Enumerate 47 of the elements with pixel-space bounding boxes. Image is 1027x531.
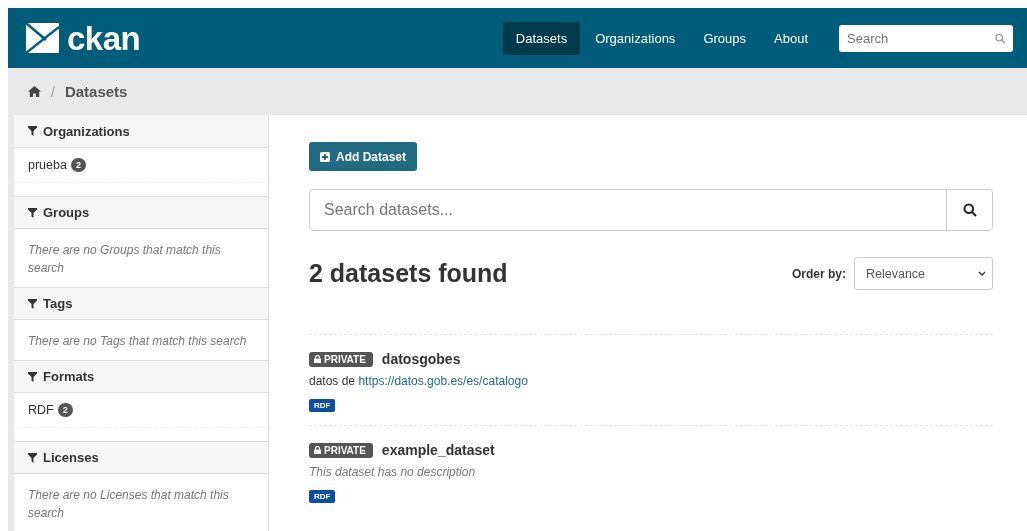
chevron-icon [978, 271, 986, 276]
facet-item[interactable]: RDF [28, 403, 54, 417]
nav-link[interactable]: Organizations [582, 21, 689, 55]
private-badge: PRIVATE [309, 351, 373, 367]
filter-icon [28, 371, 37, 382]
search-icon [994, 32, 1005, 44]
empty-message: There are no Groups that match this search [27, 242, 222, 277]
order-by-select[interactable]: Relevance [854, 257, 993, 290]
facet-title: Licenses [43, 450, 99, 465]
facet-title: Groups [43, 205, 90, 220]
breadcrumb-separator: / [51, 83, 55, 100]
order-by-label: Order by: [792, 266, 846, 281]
dataset-title[interactable]: example_dataset [381, 442, 495, 458]
logo-icon [26, 23, 59, 53]
filter-icon [28, 298, 37, 309]
private-badge: PRIVATE [309, 442, 373, 458]
filter-icon [28, 126, 37, 136]
breadcrumb-link[interactable]: Datasets [64, 83, 128, 100]
dataset-title[interactable]: datosgobes [381, 351, 461, 367]
empty-message: There are no Tags that match this search [27, 333, 248, 350]
facet-title: Formats [43, 369, 95, 384]
format-label[interactable]: RDF [309, 399, 336, 412]
logo-text[interactable]: ckan [67, 21, 141, 55]
add-dataset-button[interactable]: Add Dataset [309, 142, 417, 171]
count-badge: 2 [57, 403, 73, 417]
count-badge: 2 [70, 158, 86, 172]
plus-icon [320, 151, 330, 162]
home-icon[interactable] [28, 86, 41, 97]
nav-link[interactable]: About [761, 21, 821, 55]
empty-message: There are no Licenses that match this search [27, 487, 230, 522]
facet-title: Tags [43, 296, 73, 311]
search-button[interactable] [946, 190, 992, 230]
link[interactable]: https://datos.gob.es/es/catalogo [358, 374, 528, 388]
dataset-description: This dataset has no description [309, 465, 477, 479]
filter-icon [28, 452, 37, 463]
facet-title: Organizations [43, 123, 130, 139]
results-heading: 2 datasets found [309, 259, 508, 288]
nav-link[interactable]: Groups [690, 21, 759, 55]
format-label[interactable]: RDF [309, 490, 336, 503]
search-icon [962, 203, 977, 217]
filter-icon [28, 207, 37, 218]
search-box[interactable]: Search [839, 24, 1013, 52]
lock-icon [314, 355, 321, 363]
lock-icon [314, 446, 321, 454]
facet-item[interactable]: prueba [28, 158, 67, 172]
dataset-description: datos de https://datos.gob.es/es/catalogo [309, 374, 529, 388]
nav-link[interactable]: Datasets [502, 21, 581, 55]
